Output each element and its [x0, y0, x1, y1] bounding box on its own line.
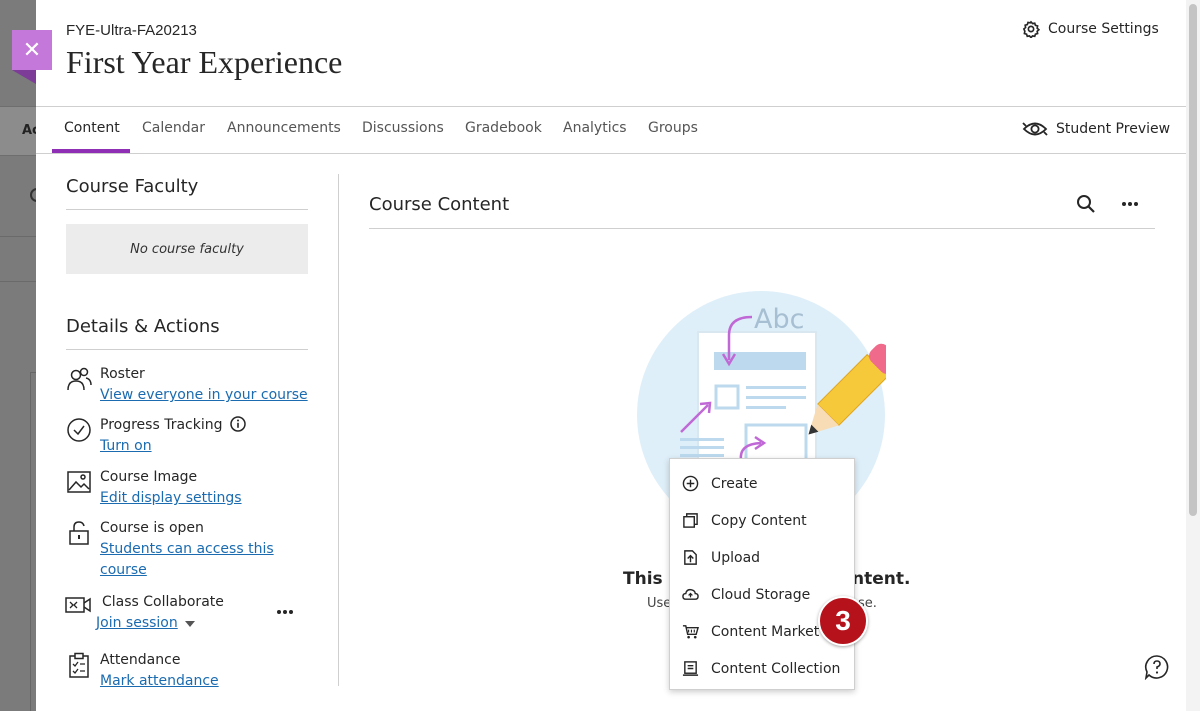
scrollbar[interactable] [1186, 0, 1200, 711]
detail-label: Attendance [100, 652, 181, 668]
progress-check-icon [67, 418, 91, 442]
course-faculty-heading: Course Faculty [66, 176, 199, 197]
empty-state-title-right: ntent. [852, 569, 911, 589]
tab-analytics[interactable]: Analytics [563, 120, 627, 136]
more-horizontal-icon [277, 610, 293, 614]
close-panel-button[interactable]: ✕ [12, 30, 52, 70]
detail-label: Roster [100, 366, 145, 382]
edit-display-settings-link[interactable]: Edit display settings [100, 488, 242, 509]
detail-label: Progress Tracking [100, 415, 246, 436]
students-access-link-cont[interactable]: course [100, 560, 274, 581]
join-session-link[interactable]: Join session [96, 615, 178, 631]
tab-groups[interactable]: Groups [648, 120, 698, 136]
menu-item-label: Content Market [711, 623, 820, 640]
menu-item-label: Content Collection [711, 660, 841, 677]
collaborate-icon [65, 597, 91, 613]
turn-on-tracking-link[interactable]: Turn on [100, 436, 246, 457]
section-divider [66, 349, 308, 350]
section-divider [66, 209, 308, 210]
menu-item-label: Copy Content [711, 512, 807, 529]
help-button[interactable] [1144, 654, 1170, 684]
sidebar: Course Faculty No course faculty Details… [65, 176, 308, 689]
course-content-heading: Course Content [369, 194, 510, 215]
tab-gradebook[interactable]: Gradebook [465, 120, 542, 136]
detail-attendance: Attendance Mark attendance [66, 650, 219, 692]
course-code: FYE-Ultra-FA20213 [66, 22, 197, 39]
student-preview-button[interactable]: Student Preview [1022, 119, 1170, 139]
tab-content[interactable]: Content [64, 120, 120, 136]
detail-label-text: Progress Tracking [100, 417, 223, 433]
menu-item-label: Upload [711, 549, 761, 566]
scrollbar-thumb[interactable] [1189, 4, 1197, 516]
market-cart-icon [682, 625, 699, 639]
background-divider [0, 236, 40, 237]
cloud-storage-icon [682, 588, 699, 600]
illustration-text: Abc [754, 304, 804, 335]
content-divider [369, 228, 1155, 229]
view-roster-link[interactable]: View everyone in your course [100, 385, 308, 406]
detail-course-image: Course Image Edit display settings [66, 467, 242, 509]
search-icon [1077, 195, 1095, 213]
upload-icon [684, 550, 697, 565]
tab-calendar[interactable]: Calendar [142, 120, 205, 136]
student-preview-icon [1022, 122, 1048, 136]
menu-item-label: Cloud Storage [711, 586, 811, 603]
column-divider [338, 174, 339, 686]
mark-attendance-link[interactable]: Mark attendance [100, 671, 219, 692]
gear-icon [1022, 20, 1040, 38]
course-settings-button[interactable]: Course Settings [1022, 20, 1159, 38]
tab-announcements[interactable]: Announcements [227, 120, 341, 136]
attendance-icon [69, 652, 89, 678]
detail-label: Course Image [100, 469, 198, 485]
collaborate-more-button[interactable] [276, 600, 294, 619]
tab-discussions[interactable]: Discussions [362, 120, 444, 136]
detail-progress-tracking: Progress Tracking Turn on [66, 415, 246, 457]
empty-state-sub-left: Use [647, 596, 672, 611]
active-tab-indicator [52, 149, 130, 153]
close-icon: ✕ [22, 37, 42, 63]
background-nav-strip: Ac [0, 106, 40, 156]
image-icon [67, 471, 91, 493]
plus-circle-icon [682, 475, 699, 492]
help-icon [1144, 655, 1169, 681]
no-faculty-box: No course faculty [66, 224, 308, 274]
details-actions-heading: Details & Actions [66, 316, 220, 337]
detail-label: Course is open [100, 520, 204, 536]
roster-icon [67, 367, 92, 391]
detail-label: Class Collaborate [102, 594, 224, 610]
students-access-link[interactable]: Students can access this [100, 539, 274, 560]
add-content-menu: Create Copy Content Upload Cloud Storage… [669, 458, 855, 690]
menu-item-upload[interactable]: Upload [670, 539, 854, 576]
menu-item-content-collection[interactable]: Content Collection [670, 650, 854, 687]
student-preview-label: Student Preview [1056, 121, 1171, 137]
search-content-button[interactable] [1076, 194, 1096, 218]
step-number-badge: 3 [818, 596, 868, 646]
copy-icon [683, 513, 698, 528]
unlock-icon [69, 521, 89, 545]
content-more-options-button[interactable] [1121, 196, 1139, 215]
detail-roster: Roster View everyone in your course [66, 364, 308, 406]
course-panel: FYE-Ultra-FA20213 First Year Experience … [36, 0, 1186, 711]
detail-course-open: Course is open Students can access this co… [66, 518, 274, 581]
menu-item-create[interactable]: Create [670, 465, 854, 502]
more-horizontal-icon [1122, 202, 1138, 206]
menu-item-label: Create [711, 475, 758, 492]
close-tab-fold [12, 70, 36, 84]
detail-class-collaborate: Class Collaborate Join session [65, 592, 224, 634]
course-nav: Content Calendar Announcements Discussio… [36, 106, 1186, 154]
course-title: First Year Experience [66, 44, 343, 80]
menu-item-copy-content[interactable]: Copy Content [670, 502, 854, 539]
background-divider [0, 281, 40, 282]
course-settings-label: Course Settings [1048, 21, 1159, 37]
collection-icon [682, 661, 699, 676]
no-faculty-text: No course faculty [130, 241, 244, 257]
info-icon[interactable] [230, 416, 246, 432]
chevron-down-icon[interactable] [185, 621, 196, 627]
